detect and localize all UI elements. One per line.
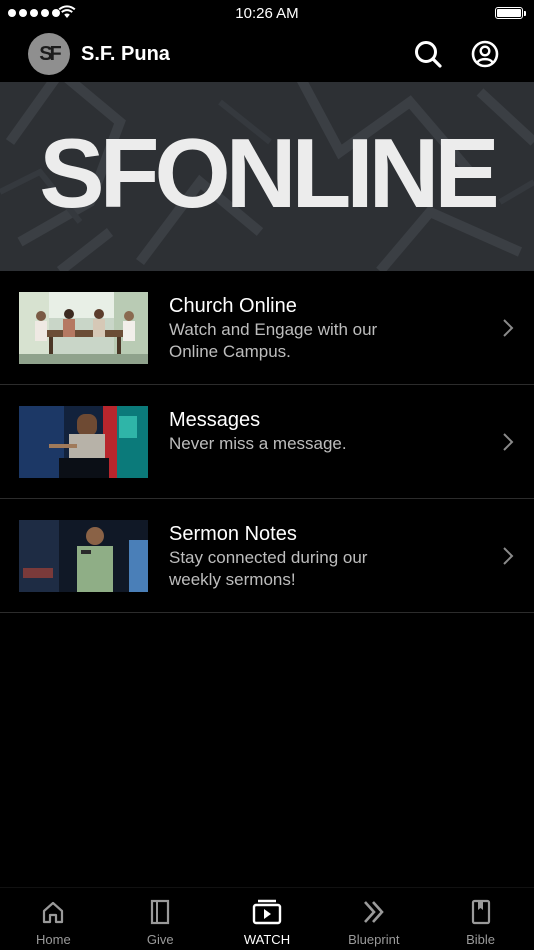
avatar-logo-text: SF	[39, 42, 61, 65]
blueprint-icon	[363, 901, 384, 923]
church-logo-avatar[interactable]: SF	[28, 33, 70, 75]
subtitle-line: Stay connected during our	[169, 548, 368, 567]
hero-banner: SFONLINE	[0, 82, 534, 271]
tab-home[interactable]: Home	[0, 888, 107, 950]
bible-icon	[471, 899, 490, 925]
subtitle-line: Online Campus.	[169, 342, 291, 361]
list-item-title: Church Online	[169, 295, 297, 317]
tab-label: Blueprint	[348, 932, 400, 947]
messages-thumbnail	[19, 406, 148, 478]
app-title: S.F. Puna	[81, 43, 170, 65]
hero-title: SFONLINE	[39, 118, 499, 228]
account-icon[interactable]	[470, 39, 500, 69]
list-item-title: Messages	[169, 409, 261, 431]
sermon-notes-thumbnail	[19, 520, 148, 592]
bottom-tab-bar: Home Give WATCH Blueprint Bible	[0, 887, 534, 950]
chevron-right-icon	[503, 547, 514, 565]
list-item-messages[interactable]: Messages Never miss a message.	[0, 385, 534, 499]
messages-text: Messages Never miss a message.	[169, 408, 449, 455]
status-bar: 10:26 AM	[0, 0, 534, 28]
give-icon	[151, 899, 170, 925]
subtitle-line: Never miss a message.	[169, 434, 347, 453]
tab-label: Home	[36, 932, 71, 947]
list-item-subtitle: Never miss a message.	[169, 433, 449, 455]
list-item-church-online[interactable]: Church Online Watch and Engage with our …	[0, 271, 534, 385]
subtitle-line: weekly sermons!	[169, 570, 296, 589]
status-time: 10:26 AM	[235, 5, 299, 22]
church-online-text: Church Online Watch and Engage with our …	[169, 294, 449, 363]
battery-icon	[495, 7, 526, 19]
sermon-notes-text: Sermon Notes Stay connected during our w…	[169, 522, 449, 591]
watch-menu-list: Church Online Watch and Engage with our …	[0, 271, 534, 613]
watch-icon	[252, 899, 282, 925]
tab-label: WATCH	[243, 932, 291, 947]
chevron-right-icon	[503, 433, 514, 451]
list-item-title: Sermon Notes	[169, 523, 297, 545]
app-header: SF S.F. Puna	[0, 28, 534, 82]
church-online-thumbnail	[19, 292, 148, 364]
subtitle-line: Watch and Engage with our	[169, 320, 378, 339]
home-icon	[43, 901, 64, 924]
list-item-subtitle: Watch and Engage with our Online Campus.	[169, 319, 449, 363]
tab-bible[interactable]: Bible	[427, 888, 534, 950]
tab-watch[interactable]: WATCH	[214, 888, 321, 950]
list-item-sermon-notes[interactable]: Sermon Notes Stay connected during our w…	[0, 499, 534, 613]
list-item-subtitle: Stay connected during our weekly sermons…	[169, 547, 449, 591]
tab-give[interactable]: Give	[107, 888, 214, 950]
tab-blueprint[interactable]: Blueprint	[320, 888, 427, 950]
chevron-right-icon	[503, 319, 514, 337]
tab-label: Bible	[466, 932, 496, 947]
tab-label: Give	[146, 932, 174, 947]
search-icon[interactable]	[413, 39, 443, 69]
